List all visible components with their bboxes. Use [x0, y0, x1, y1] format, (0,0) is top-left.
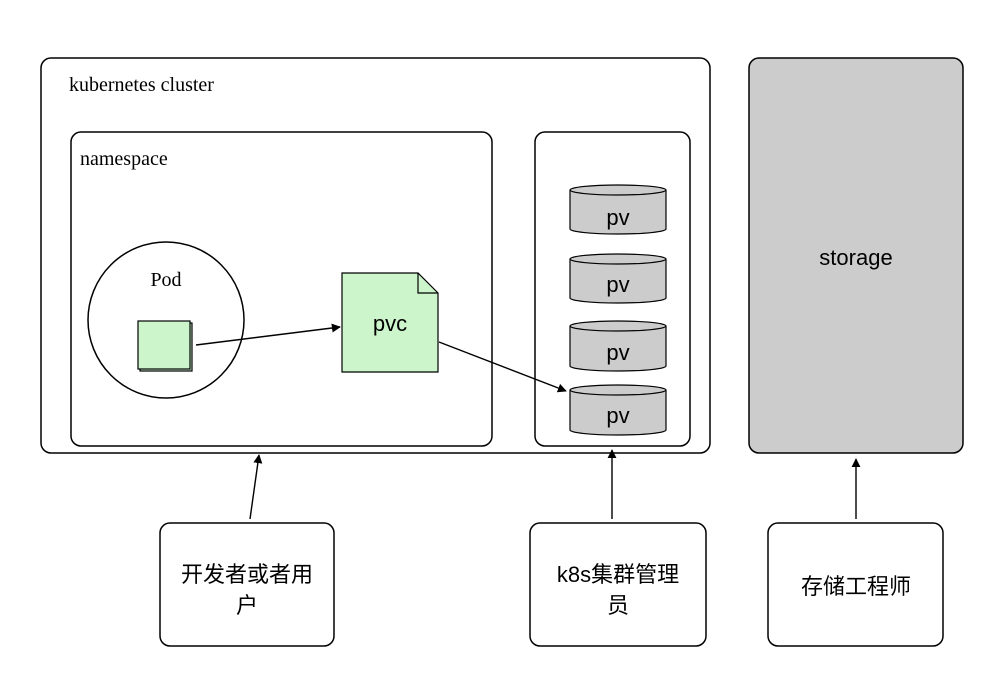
- storage-box: storage: [748, 57, 964, 454]
- pod-node: Pod: [87, 241, 245, 399]
- admin-actor-box: k8s集群管理 员: [529, 522, 707, 647]
- storage-engineer-actor-box: 存储工程师: [767, 522, 944, 647]
- developer-label-line2: 户: [236, 593, 258, 618]
- storage-label: storage: [819, 245, 892, 270]
- pv-label-3: pv: [606, 340, 629, 365]
- pvc-node: pvc: [341, 272, 439, 373]
- diagram-canvas: kubernetes cluster namespace Pod pvc pv …: [40, 57, 964, 647]
- pv-cylinder-4: pv: [569, 384, 667, 436]
- pod-label: Pod: [150, 269, 181, 291]
- admin-label-line2: 员: [607, 593, 629, 618]
- admin-label-line1: k8s集群管理: [557, 562, 679, 587]
- pv-cylinder-1: pv: [569, 184, 667, 235]
- pv-label-1: pv: [606, 205, 629, 230]
- pv-cylinder-3: pv: [569, 320, 667, 372]
- storage-engineer-label: 存储工程师: [801, 574, 911, 599]
- developer-to-namespace-arrow: [249, 454, 263, 520]
- cluster-label: kubernetes cluster: [69, 74, 214, 96]
- pv-label-2: pv: [606, 272, 629, 297]
- pvc-label: pvc: [373, 311, 407, 336]
- pv-cylinder-2: pv: [569, 253, 667, 304]
- developer-actor-box: 开发者或者用 户: [159, 522, 335, 647]
- container-icon: [137, 320, 193, 372]
- developer-label-line1: 开发者或者用: [181, 562, 313, 587]
- pv-label-4: pv: [606, 403, 629, 428]
- namespace-label: namespace: [80, 148, 168, 170]
